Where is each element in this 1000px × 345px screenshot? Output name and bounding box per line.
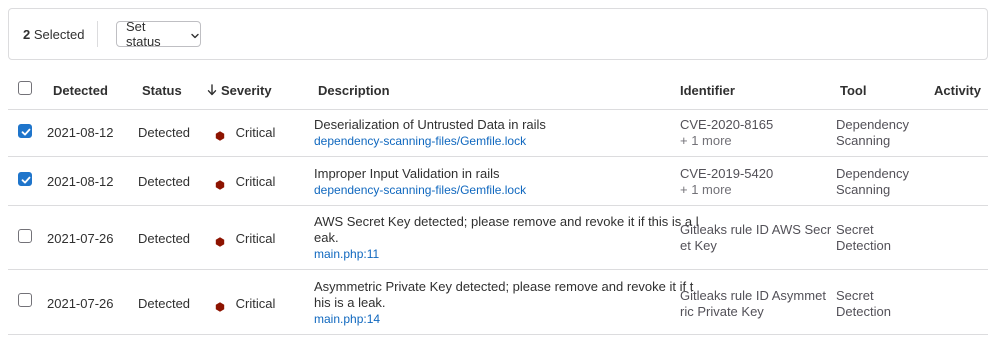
identifier-text: CVE-2020-8165 (680, 117, 774, 132)
table-row[interactable]: 2021-08-12 Detected Critical Improper In… (8, 157, 988, 206)
location-link[interactable]: dependency-scanning-files/Gemfile.lock (314, 133, 526, 149)
detected-date: 2021-08-12 (47, 125, 114, 140)
identifier-line1: Gitleaks rule ID Asymmet (680, 288, 826, 303)
severity-critical-icon (215, 178, 225, 190)
set-status-dropdown[interactable]: Set status (116, 19, 201, 49)
tool-line2: Scanning (836, 133, 891, 148)
tool-line1: Secret (836, 288, 874, 303)
severity-cell: Critical (215, 296, 275, 312)
severity-label: Critical (235, 296, 276, 311)
severity-label: Critical (235, 125, 276, 140)
column-header-activity: Activity (934, 83, 981, 98)
tool-line1: Dependency (836, 166, 909, 181)
row-checkbox[interactable] (18, 293, 32, 307)
tool-line2: Scanning (836, 182, 891, 197)
row-checkbox[interactable] (18, 172, 32, 186)
severity-cell: Critical (215, 231, 275, 247)
description-title-line1[interactable]: Asymmetric Private Key detected; please … (314, 279, 693, 295)
column-header-identifier: Identifier (680, 83, 735, 98)
status-text: Detected (138, 296, 191, 311)
severity-header-label: Severity (221, 83, 272, 98)
description-title[interactable]: Deserialization of Untrusted Data in rai… (314, 117, 546, 133)
select-all-checkbox[interactable] (18, 81, 32, 95)
column-header-status[interactable]: Status (142, 83, 182, 98)
checkmark-icon (21, 176, 31, 184)
sort-descending-icon (207, 84, 217, 96)
row-checkbox[interactable] (18, 229, 32, 243)
location-link[interactable]: main.php:11 (314, 246, 379, 262)
detected-date: 2021-08-12 (47, 174, 114, 189)
column-header-detected[interactable]: Detected (53, 83, 108, 98)
status-text: Detected (138, 231, 191, 246)
tool-line2: Detection (836, 304, 891, 319)
detected-date: 2021-07-26 (47, 296, 114, 311)
table-row[interactable]: 2021-08-12 Detected Critical Deserializa… (8, 110, 988, 157)
selected-label: Selected (33, 27, 85, 42)
tool-line2: Detection (836, 238, 891, 253)
bulk-action-toolbar: 2 Selected Set status (8, 8, 988, 60)
severity-critical-icon (215, 300, 225, 312)
column-header-tool[interactable]: Tool (840, 83, 866, 98)
detected-date: 2021-07-26 (47, 231, 114, 246)
severity-cell: Critical (215, 125, 275, 141)
table-row[interactable]: 2021-07-26 Detected Critical AWS Secret … (8, 206, 988, 270)
column-header-severity[interactable]: Severity (207, 83, 272, 98)
checkmark-icon (21, 128, 31, 136)
status-text: Detected (138, 174, 191, 189)
identifier-text: CVE-2019-5420 (680, 166, 774, 181)
identifier-line1: Gitleaks rule ID AWS Secr (680, 222, 832, 237)
description-title-line2[interactable]: his is a leak. (314, 295, 386, 311)
description-title-line1[interactable]: AWS Secret Key detected; please remove a… (314, 214, 699, 230)
table-row[interactable]: 2021-07-26 Detected Critical Asymmetric … (8, 270, 988, 335)
tool-line1: Secret (836, 222, 874, 237)
description-title[interactable]: Improper Input Validation in rails (314, 166, 499, 182)
location-link[interactable]: main.php:14 (314, 311, 380, 327)
chevron-down-icon (190, 29, 200, 39)
location-link[interactable]: dependency-scanning-files/Gemfile.lock (314, 182, 526, 198)
severity-label: Critical (235, 231, 276, 246)
identifier-more: + 1 more (680, 182, 732, 197)
row-checkbox[interactable] (18, 124, 32, 138)
table-header: Detected Status Severity Description Ide… (8, 70, 988, 110)
toolbar-divider (97, 21, 98, 47)
identifier-more: + 1 more (680, 133, 732, 148)
selected-count: 2 (23, 27, 31, 42)
identifier-line2: et Key (680, 238, 717, 253)
tool-line1: Dependency (836, 117, 909, 132)
description-title-line2[interactable]: eak. (314, 230, 339, 246)
severity-critical-icon (215, 235, 225, 247)
severity-critical-icon (215, 129, 225, 141)
identifier-line2: ric Private Key (680, 304, 764, 319)
column-header-description: Description (318, 83, 390, 98)
severity-label: Critical (235, 174, 276, 189)
selected-count-text: 2 Selected (23, 27, 84, 42)
status-text: Detected (138, 125, 191, 140)
severity-cell: Critical (215, 174, 275, 190)
set-status-label: Set status (126, 19, 161, 49)
